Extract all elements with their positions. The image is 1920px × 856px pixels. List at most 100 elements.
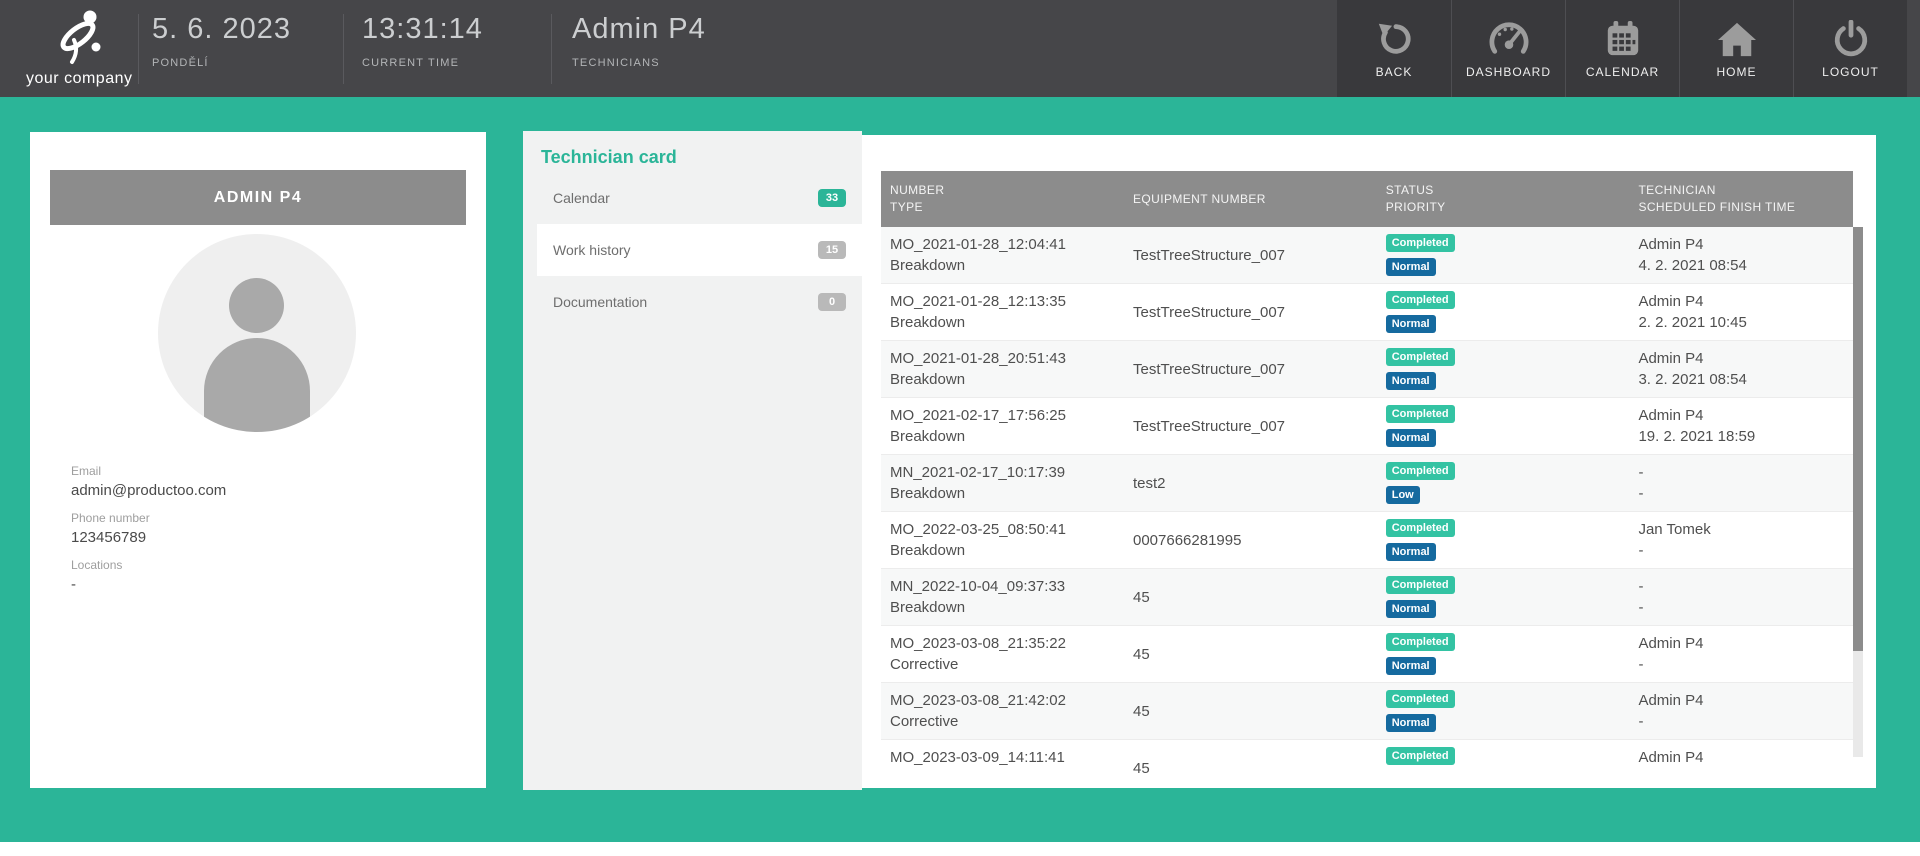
dashboard-button-label: DASHBOARD [1466,65,1551,79]
table-row[interactable]: MN_2022-10-04_09:37:33 Breakdown 45 Comp… [881,569,1853,626]
cell-status-priority: Completed [1377,740,1630,788]
priority-badge: Normal [1386,429,1436,447]
count-badge: 0 [818,293,846,311]
work-history-table: NUMBER TYPE EQUIPMENT NUMBER STATUS PRIO… [881,171,1853,788]
calendar-icon [1604,18,1642,60]
priority-badge: Low [1386,486,1420,504]
avatar-person-icon [229,278,284,333]
cell-technician-finish: Admin P4 [1629,740,1853,788]
menu-item-documentation[interactable]: Documentation 0 [537,276,862,328]
work-order-type: Corrective [890,711,1124,732]
status-badge: Completed [1386,462,1455,480]
status-badge: Completed [1386,405,1455,423]
cell-status-priority: Completed Normal [1377,512,1630,568]
scheduled-finish-time: 3. 2. 2021 08:54 [1638,369,1853,390]
page-title-block: Admin P4 TECHNICIANS [572,13,706,69]
logout-icon [1832,18,1870,60]
locations-value: - [71,576,451,593]
technician-name: Admin P4 [1638,348,1853,369]
cell-equipment-number: 45 [1124,626,1377,682]
back-icon [1375,18,1413,60]
technician-name: Jan Tomek [1638,519,1853,540]
work-order-number: MO_2021-02-17_17:56:25 [890,405,1124,426]
email-value: admin@productoo.com [71,482,451,499]
table-row[interactable]: MO_2022-03-25_08:50:41 Breakdown 0007666… [881,512,1853,569]
logout-button[interactable]: LOGOUT [1793,0,1907,97]
menu-item-calendar[interactable]: Calendar 33 [537,172,862,224]
technician-name: Admin P4 [1638,405,1853,426]
calendar-button-label: CALENDAR [1586,65,1659,79]
email-label: Email [71,464,451,478]
cell-equipment-number: 45 [1124,740,1377,788]
table-row[interactable]: MO_2021-01-28_20:51:43 Breakdown TestTre… [881,341,1853,398]
technician-name: - [1638,462,1853,483]
work-order-type: Breakdown [890,369,1124,390]
home-icon [1717,18,1757,60]
table-scrollbar-thumb[interactable] [1853,227,1863,651]
calendar-button[interactable]: CALENDAR [1565,0,1679,97]
priority-badge: Normal [1386,258,1436,276]
phone-value: 123456789 [71,529,451,546]
work-order-type: Breakdown [890,597,1124,618]
status-badge: Completed [1386,747,1455,765]
work-order-number: MO_2023-03-08_21:42:02 [890,690,1124,711]
current-date: 5. 6. 2023 [152,13,291,46]
cell-equipment-number: 45 [1124,683,1377,739]
home-button[interactable]: HOME [1679,0,1793,97]
current-time: 13:31:14 [362,13,483,46]
time-block: 13:31:14 CURRENT TIME [362,13,483,69]
header-status-priority: STATUS PRIORITY [1377,171,1630,227]
back-button[interactable]: BACK [1337,0,1451,97]
page-subtitle: TECHNICIANS [572,57,706,69]
table-row[interactable]: MO_2021-01-28_12:04:41 Breakdown TestTre… [881,227,1853,284]
dashboard-icon [1488,18,1530,60]
cell-technician-finish: Admin P4 - [1629,683,1853,739]
table-row[interactable]: MO_2023-03-08_21:42:02 Corrective 45 Com… [881,683,1853,740]
topbar-divider [138,14,139,84]
table-row[interactable]: MO_2021-02-17_17:56:25 Breakdown TestTre… [881,398,1853,455]
equipment-number: test2 [1133,473,1166,494]
cell-number-type: MN_2021-02-17_10:17:39 Breakdown [881,455,1124,511]
work-order-type: Corrective [890,654,1124,675]
menu-title: Technician card [541,147,677,168]
cell-status-priority: Completed Low [1377,455,1630,511]
cell-number-type: MO_2021-01-28_12:13:35 Breakdown [881,284,1124,340]
work-order-number: MO_2023-03-09_14:11:41 [890,747,1124,768]
equipment-number: TestTreeStructure_007 [1133,416,1285,437]
priority-badge: Normal [1386,372,1436,390]
work-order-number: MO_2021-01-28_12:13:35 [890,291,1124,312]
dashboard-button[interactable]: DASHBOARD [1451,0,1565,97]
status-badge: Completed [1386,576,1455,594]
cell-equipment-number: TestTreeStructure_007 [1124,227,1377,283]
cell-equipment-number: TestTreeStructure_007 [1124,398,1377,454]
topbar-buttons: BACK DASHBOARD [1337,0,1907,97]
cell-technician-finish: Admin P4 4. 2. 2021 08:54 [1629,227,1853,283]
cell-number-type: MO_2021-01-28_20:51:43 Breakdown [881,341,1124,397]
equipment-number: 45 [1133,758,1150,779]
menu-item-work-history[interactable]: Work history 15 [537,224,862,276]
cell-number-type: MO_2021-01-28_12:04:41 Breakdown [881,227,1124,283]
menu-item-label: Documentation [553,294,647,310]
header-technician-finish: TECHNICIAN SCHEDULED FINISH TIME [1629,171,1853,227]
equipment-number: TestTreeStructure_007 [1133,245,1285,266]
table-row[interactable]: MN_2021-02-17_10:17:39 Breakdown test2 C… [881,455,1853,512]
technician-name-bar: ADMIN P4 [50,170,466,225]
work-order-number: MO_2023-03-08_21:35:22 [890,633,1124,654]
technician-name: Admin P4 [1638,234,1853,255]
cell-number-type: MO_2023-03-09_14:11:41 [881,740,1124,788]
table-scrollbar-track[interactable] [1853,227,1863,757]
current-day: PONDĚLÍ [152,57,291,69]
table-row[interactable]: MO_2023-03-09_14:11:41 45 Completed Admi… [881,740,1853,788]
table-row[interactable]: MO_2023-03-08_21:35:22 Corrective 45 Com… [881,626,1853,683]
table-row[interactable]: MO_2021-01-28_12:13:35 Breakdown TestTre… [881,284,1853,341]
cell-status-priority: Completed Normal [1377,227,1630,283]
work-order-number: MO_2022-03-25_08:50:41 [890,519,1124,540]
technician-card-menu: Technician card Calendar 33 Work history… [523,131,862,790]
status-badge: Completed [1386,348,1455,366]
scheduled-finish-time: - [1638,540,1853,561]
cell-number-type: MO_2023-03-08_21:42:02 Corrective [881,683,1124,739]
work-order-type: Breakdown [890,540,1124,561]
cell-status-priority: Completed Normal [1377,284,1630,340]
avatar [158,234,356,432]
locations-label: Locations [71,558,451,572]
